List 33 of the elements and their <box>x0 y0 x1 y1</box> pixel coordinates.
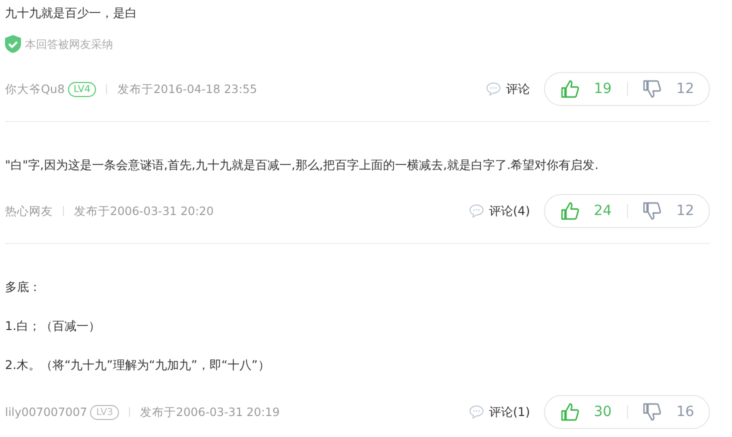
comment-icon <box>486 82 501 96</box>
author-name[interactable]: 热心网友 <box>5 204 53 218</box>
comment-link[interactable]: 评论(1) <box>469 404 530 420</box>
like-button[interactable]: 30 <box>545 402 626 422</box>
like-button[interactable]: 24 <box>545 201 626 221</box>
thumbs-up-icon <box>560 201 580 221</box>
thumbs-up-icon <box>560 402 580 422</box>
post-date: 发布于2016-04-18 23:55 <box>117 82 258 96</box>
dislike-button[interactable]: 12 <box>628 79 709 99</box>
author-name[interactable]: lily007007007 <box>5 405 88 419</box>
adopted-label: 本回答被网友采纳 <box>25 36 113 52</box>
author-name[interactable]: 你大爷Qu8 <box>5 82 65 96</box>
answer-text: "白"字,因为这是一条会意谜语,首先,九十九就是百减一,那么,把百字上面的一横减去,就是白字了.希望对你有启发. <box>5 157 600 174</box>
thumbs-down-icon <box>642 402 662 422</box>
post-date: 发布于2006-03-31 20:19 <box>140 404 280 420</box>
answer-text: 九十九就是百少一，是白 <box>5 5 138 22</box>
post-date: 发布于2006-03-31 20:20 <box>74 204 214 218</box>
comment-icon <box>469 204 484 218</box>
comment-icon <box>469 405 484 419</box>
thumbs-down-icon <box>642 201 662 221</box>
comment-link[interactable]: 评论(4) <box>469 202 530 220</box>
thumbs-up-icon <box>560 79 580 99</box>
answer-text: 多底： <box>5 279 42 296</box>
dislike-button[interactable]: 12 <box>628 201 709 221</box>
verified-shield-icon <box>5 35 21 53</box>
comment-link[interactable]: 评论 <box>486 80 530 98</box>
thumbs-down-icon <box>642 79 662 99</box>
level-badge: LV3 <box>90 404 120 420</box>
answer-text: 2.木。（将“九十九”理解为“九加九”，即“十八”） <box>5 357 271 374</box>
answer-text: 1.白；（百减一） <box>5 318 102 335</box>
like-button[interactable]: 19 <box>545 79 626 99</box>
dislike-button[interactable]: 16 <box>628 402 709 422</box>
level-badge: LV4 <box>68 82 96 96</box>
